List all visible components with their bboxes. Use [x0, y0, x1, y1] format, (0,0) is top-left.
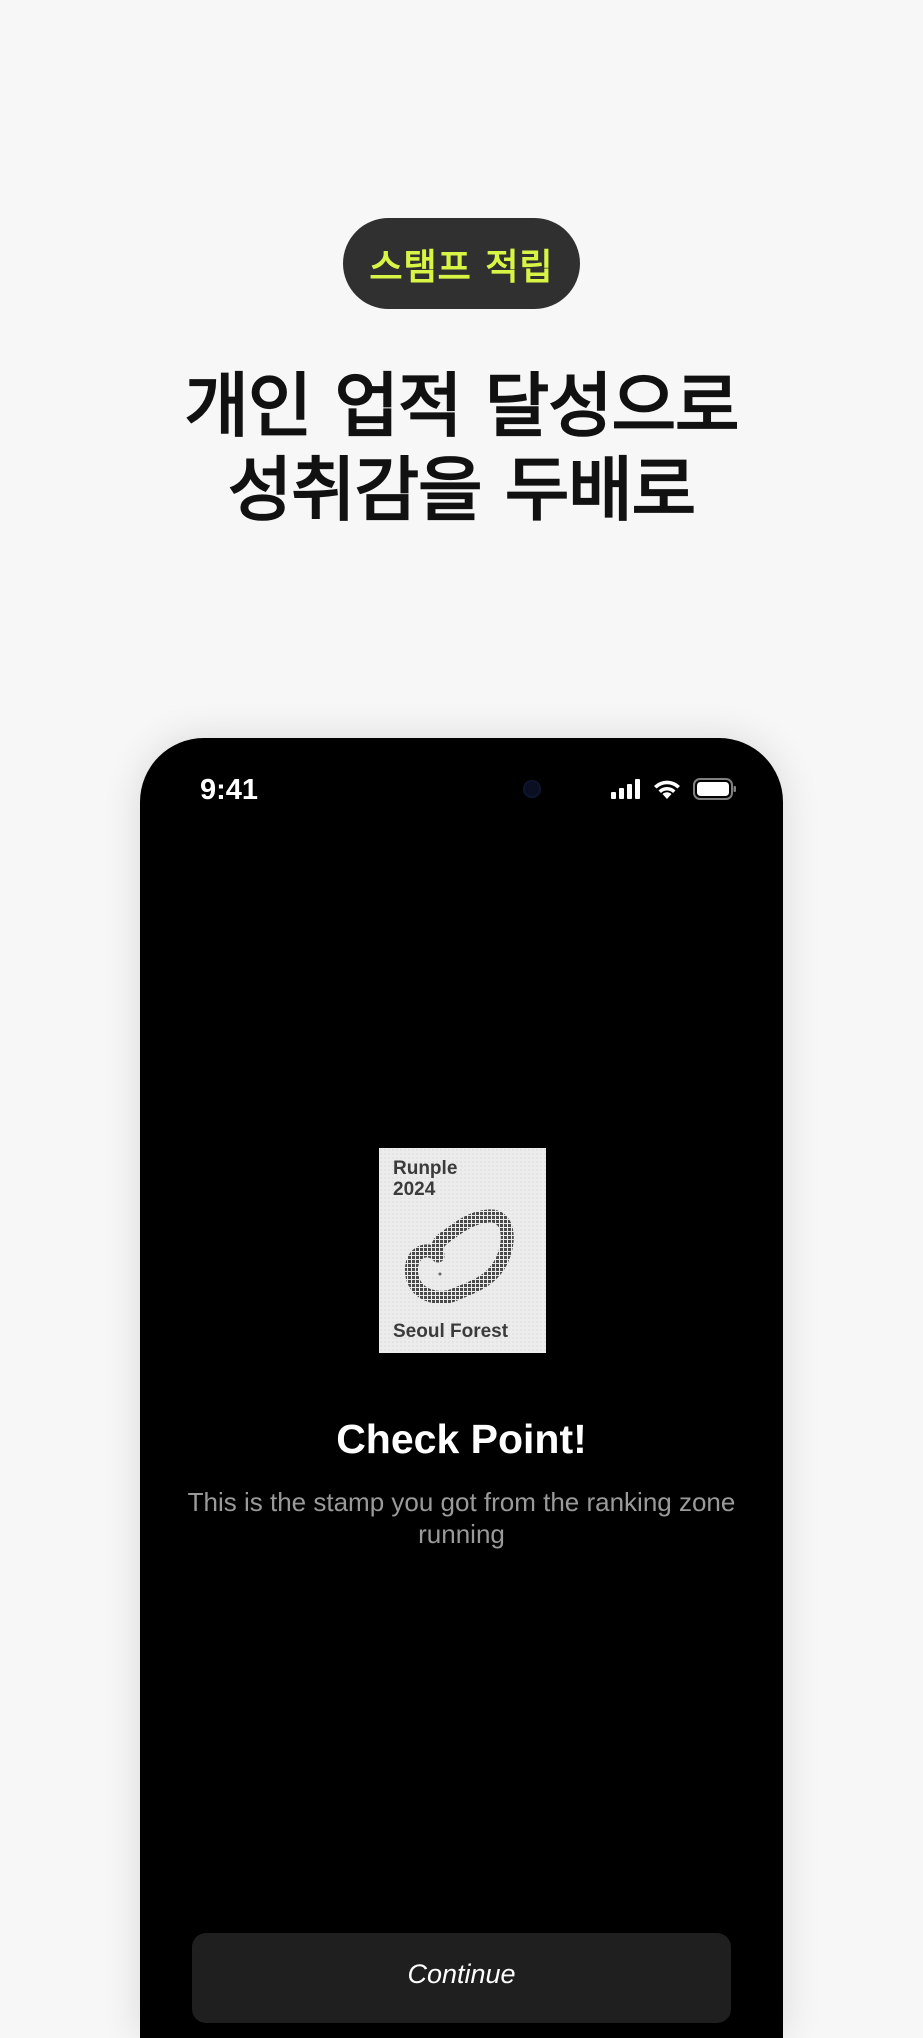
headline-line-2: 성취감을 두배로 — [227, 449, 696, 531]
front-camera — [523, 780, 541, 798]
checkpoint-description: This is the stamp you got from the ranki… — [187, 1487, 736, 1549]
continue-button[interactable]: Continue — [192, 1933, 731, 2023]
stamp-brand: Runple — [393, 1158, 458, 1179]
checkpoint-title: Check Point! — [336, 1416, 587, 1462]
status-time: 9:41 — [200, 774, 259, 806]
stamp-location: Seoul Forest — [393, 1321, 509, 1342]
stamp-card: Runple 2024 Seoul Forest — [379, 1148, 546, 1353]
battery-icon — [693, 778, 737, 804]
route-shape-icon — [404, 1204, 524, 1318]
stamp-year: 2024 — [393, 1179, 436, 1200]
stamp-badge-label: 스탬프 적립 — [369, 246, 554, 288]
status-icons — [611, 778, 737, 804]
stamp-badge: 스탬프 적립 — [343, 218, 580, 309]
signal-icon — [611, 779, 641, 803]
wifi-icon — [653, 779, 681, 803]
headline-line-1: 개인 업적 달성으로 — [184, 365, 740, 447]
phone-mockup: 9:41 Runple 2024 Seoul Forest Check Poin… — [140, 738, 783, 2038]
continue-button-label: Continue — [407, 1959, 516, 1989]
page-headline: 개인 업적 달성으로 성취감을 두배로 — [0, 364, 923, 532]
